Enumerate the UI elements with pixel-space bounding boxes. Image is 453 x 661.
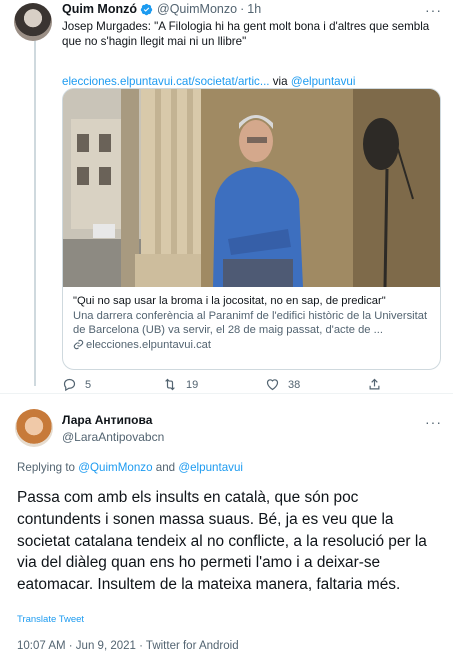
tweet-text: Josep Murgades: "A Filologia hi ha gent …	[62, 20, 430, 48]
via-handle-link[interactable]: @elpuntavui	[291, 75, 356, 88]
replying-handle-2[interactable]: @elpuntavui	[178, 461, 243, 474]
author-name[interactable]: Quim Monzó	[62, 2, 137, 16]
article-link[interactable]: elecciones.elpuntavui.cat/societat/artic…	[62, 75, 270, 88]
avatar-lara-antipova[interactable]	[15, 409, 53, 447]
tweet-header: Quim Monzó @QuimMonzo · 1h	[62, 0, 442, 18]
reply-icon	[63, 378, 76, 392]
replying-handle-1[interactable]: @QuimMonzo	[78, 461, 152, 474]
retweet-icon	[165, 378, 175, 391]
card-domain-text: elecciones.elpuntavui.cat	[86, 338, 212, 351]
via-label: via	[272, 75, 288, 88]
retweet-count: 19	[186, 378, 199, 391]
share-button[interactable]	[367, 377, 390, 392]
more-icon[interactable]: ···	[425, 2, 442, 18]
share-icon	[369, 378, 380, 390]
translate-tweet-link[interactable]: Translate Tweet	[17, 614, 84, 625]
like-count: 38	[288, 378, 301, 391]
reply-count: 5	[85, 378, 92, 391]
avatar-quim-monzo[interactable]	[14, 3, 52, 41]
author-handle[interactable]: @QuimMonzo	[157, 2, 237, 16]
tweet-quim-monzo[interactable]: Quim Monzó @QuimMonzo · 1h ··· Josep Mur…	[62, 0, 442, 89]
replying-prefix: Replying to	[17, 461, 76, 474]
card-description: Una darrera conferència al Paranimf de l…	[73, 309, 428, 337]
card-image	[63, 89, 440, 287]
tweet-text: Passa com amb els insults en català, que…	[17, 489, 427, 594]
thread-line	[34, 38, 36, 386]
tweet-meta[interactable]: 10:07 AM · Jun 9, 2021 · Twitter for And…	[17, 640, 239, 652]
card-body: "Qui no sap usar la broma i la jocositat…	[73, 294, 435, 352]
divider	[0, 393, 453, 394]
replying-and: and	[155, 461, 176, 474]
like-icon	[266, 379, 279, 391]
separator-dot: ·	[240, 2, 245, 16]
author-name[interactable]: Лара Антипова	[62, 413, 164, 427]
card-domain: elecciones.elpuntavui.cat	[73, 338, 435, 353]
link-preview-card[interactable]: "Qui no sap usar la broma i la jocositat…	[62, 88, 441, 370]
link-icon	[73, 340, 84, 350]
tweet2-header: Лара Антипова @LaraAntipovabcn	[62, 413, 164, 444]
tweet-time[interactable]: 1h	[247, 2, 261, 16]
retweet-button[interactable]: 19	[162, 377, 198, 392]
card-title: "Qui no sap usar la broma i la jocositat…	[73, 295, 386, 307]
reply-button[interactable]: 5	[62, 377, 91, 392]
like-button[interactable]: 38	[265, 377, 300, 392]
tweet-link-line: elecciones.elpuntavui.cat/societat/artic…	[62, 74, 442, 89]
author-handle[interactable]: @LaraAntipovabcn	[62, 430, 164, 444]
replying-to: Replying to @QuimMonzo and @elpuntavui	[17, 461, 243, 474]
verified-icon	[140, 3, 153, 16]
more-icon[interactable]: ···	[425, 414, 442, 430]
